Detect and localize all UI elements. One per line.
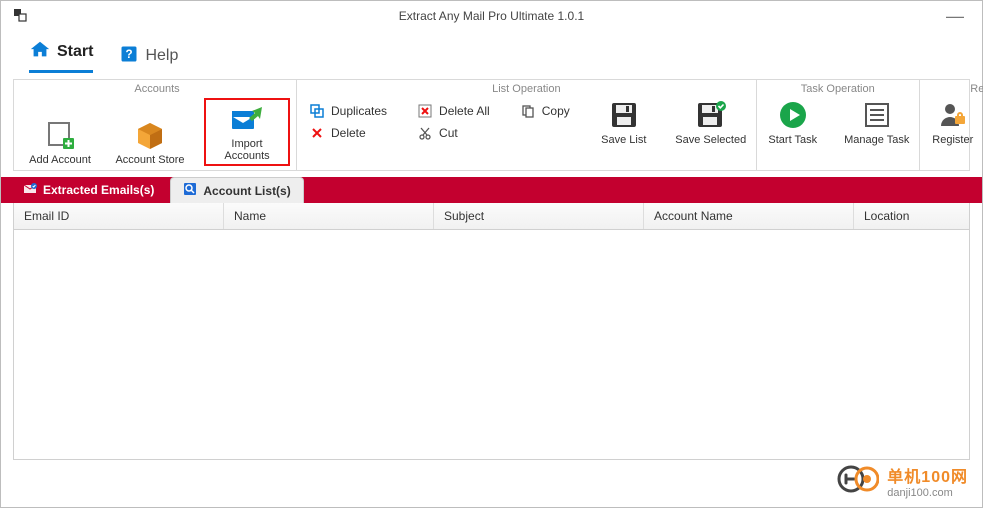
watermark: 单机100网 danji100.com xyxy=(837,462,968,499)
tab-extracted-label: Extracted Emails(s) xyxy=(43,183,154,197)
window-title: Extract Any Mail Pro Ultimate 1.0.1 xyxy=(1,9,982,23)
watermark-text: 单机100网 xyxy=(887,463,968,487)
tab-start[interactable]: Start xyxy=(29,39,93,73)
group-listop-title: List Operation xyxy=(303,82,750,98)
add-account-icon xyxy=(43,118,77,152)
cut-button[interactable]: Cut xyxy=(415,124,492,142)
tab-extracted-emails[interactable]: Extracted Emails(s) xyxy=(11,177,166,203)
group-taskop-title: Task Operation xyxy=(763,82,913,98)
save-icon xyxy=(607,98,641,132)
save-selected-button[interactable]: Save Selected xyxy=(672,98,750,146)
minimize-button[interactable]: — xyxy=(946,6,970,27)
content-tab-strip: Extracted Emails(s) Account List(s) xyxy=(1,177,982,203)
add-account-label: Add Account xyxy=(29,154,91,166)
manage-task-label: Manage Task xyxy=(844,134,909,146)
home-icon xyxy=(29,39,51,64)
col-account-name[interactable]: Account Name xyxy=(644,203,854,229)
app-icon xyxy=(13,8,29,24)
account-store-button[interactable]: Account Store xyxy=(114,118,186,166)
delete-button[interactable]: Delete xyxy=(307,124,389,142)
delete-icon xyxy=(309,125,325,141)
save-selected-label: Save Selected xyxy=(675,134,746,146)
search-list-icon xyxy=(183,182,197,199)
register-label: Register xyxy=(932,134,973,146)
register-button[interactable]: Register xyxy=(926,98,980,146)
col-name[interactable]: Name xyxy=(224,203,434,229)
import-accounts-label: Import Accounts xyxy=(208,138,286,162)
start-task-label: Start Task xyxy=(768,134,817,146)
group-register: Register Register Buy Now! xyxy=(920,80,983,170)
svg-text:?: ? xyxy=(126,48,133,61)
tab-account-list-label: Account List(s) xyxy=(203,184,290,198)
start-task-button[interactable]: Start Task xyxy=(763,98,823,146)
box-icon xyxy=(133,118,167,152)
tab-account-list[interactable]: Account List(s) xyxy=(170,177,303,203)
save-list-label: Save List xyxy=(601,134,646,146)
duplicates-label: Duplicates xyxy=(331,104,387,118)
watermark-domain: danji100.com xyxy=(887,487,968,499)
import-accounts-button[interactable]: Import Accounts xyxy=(204,98,290,166)
duplicates-button[interactable]: Duplicates xyxy=(307,102,389,120)
delete-label: Delete xyxy=(331,126,366,140)
delete-all-label: Delete All xyxy=(439,104,490,118)
tab-help-label: Help xyxy=(145,47,178,65)
add-account-button[interactable]: Add Account xyxy=(24,118,96,166)
cut-icon xyxy=(417,125,433,141)
manage-task-icon xyxy=(860,98,894,132)
save-selected-icon xyxy=(694,98,728,132)
import-icon xyxy=(230,102,264,136)
group-accounts: Accounts Add Account Account Store Impor… xyxy=(14,80,297,170)
watermark-logo-icon xyxy=(837,462,879,499)
account-store-label: Account Store xyxy=(115,154,184,166)
cut-label: Cut xyxy=(439,126,458,140)
title-bar: Extract Any Mail Pro Ultimate 1.0.1 — xyxy=(1,1,982,31)
col-location[interactable]: Location xyxy=(854,203,969,229)
group-task-operation: Task Operation Start Task Manage Task xyxy=(757,80,920,170)
grid-header: Email ID Name Subject Account Name Locat… xyxy=(13,203,970,230)
copy-button[interactable]: Copy xyxy=(518,102,572,120)
play-icon xyxy=(776,98,810,132)
register-icon xyxy=(936,98,970,132)
save-list-button[interactable]: Save List xyxy=(594,98,654,146)
copy-icon xyxy=(520,103,536,119)
app-tab-bar: Start ? Help xyxy=(1,31,982,73)
col-email-id[interactable]: Email ID xyxy=(14,203,224,229)
help-icon: ? xyxy=(119,44,139,67)
copy-label: Copy xyxy=(542,104,570,118)
emails-icon xyxy=(23,182,37,199)
manage-task-button[interactable]: Manage Task xyxy=(841,98,913,146)
col-subject[interactable]: Subject xyxy=(434,203,644,229)
group-list-operation: List Operation Duplicates Delete Delete … xyxy=(297,80,757,170)
delete-all-button[interactable]: Delete All xyxy=(415,102,492,120)
group-register-title: Register xyxy=(926,82,983,98)
tab-start-label: Start xyxy=(57,43,93,61)
tab-help[interactable]: ? Help xyxy=(119,44,178,73)
group-accounts-title: Accounts xyxy=(24,82,290,98)
duplicates-icon xyxy=(309,103,325,119)
ribbon: Accounts Add Account Account Store Impor… xyxy=(13,79,970,171)
grid-body xyxy=(13,230,970,460)
delete-all-icon xyxy=(417,103,433,119)
